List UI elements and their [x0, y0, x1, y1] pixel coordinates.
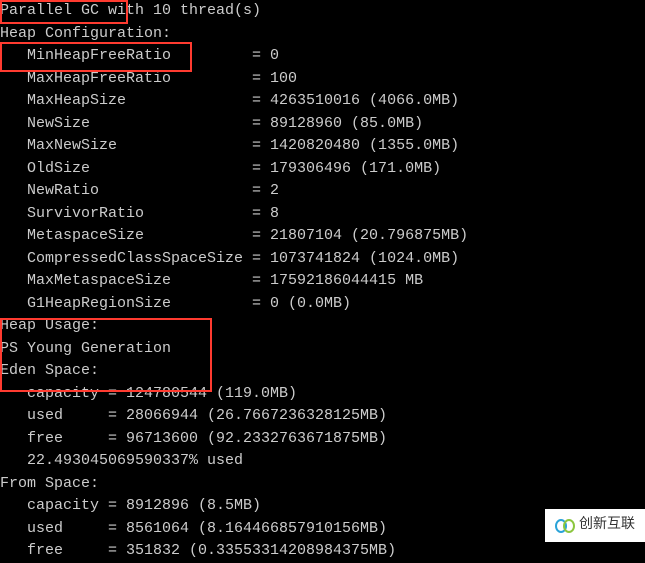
heap-config-row: MaxNewSize = 1420820480 (1355.0MB) — [0, 135, 645, 158]
heap-config-row: CompressedClassSpaceSize = 1073741824 (1… — [0, 248, 645, 271]
heap-config-header: Heap Configuration: — [0, 23, 645, 46]
eden-space-row: 22.493045069590337% used — [0, 450, 645, 473]
heap-config-row: SurvivorRatio = 8 — [0, 203, 645, 226]
watermark: 创新互联 — [545, 509, 645, 542]
heap-config-row: MaxMetaspaceSize = 17592186044415 MB — [0, 270, 645, 293]
heap-config-row: OldSize = 179306496 (171.0MB) — [0, 158, 645, 181]
heap-config-row: MaxHeapSize = 4263510016 (4066.0MB) — [0, 90, 645, 113]
eden-space-row: capacity = 124780544 (119.0MB) — [0, 383, 645, 406]
eden-space-header: Eden Space: — [0, 360, 645, 383]
gc-line: Parallel GC with 10 thread(s) — [0, 0, 645, 23]
terminal-output: Parallel GC with 10 thread(s) Heap Confi… — [0, 0, 645, 563]
heap-config-row: MinHeapFreeRatio = 0 — [0, 45, 645, 68]
watermark-text: 创新互联 — [579, 515, 635, 536]
heap-config-row: NewRatio = 2 — [0, 180, 645, 203]
eden-space-row: free = 96713600 (92.2332763671875MB) — [0, 428, 645, 451]
heap-usage-header: Heap Usage: — [0, 315, 645, 338]
from-space-header: From Space: — [0, 473, 645, 496]
heap-config-row: NewSize = 89128960 (85.0MB) — [0, 113, 645, 136]
heap-config-row: MaxHeapFreeRatio = 100 — [0, 68, 645, 91]
watermark-logo-icon — [555, 519, 575, 533]
heap-config-row: G1HeapRegionSize = 0 (0.0MB) — [0, 293, 645, 316]
heap-config-row: MetaspaceSize = 21807104 (20.796875MB) — [0, 225, 645, 248]
from-space-row: free = 351832 (0.33553314208984375MB) — [0, 540, 645, 563]
eden-space-row: used = 28066944 (26.7667236328125MB) — [0, 405, 645, 428]
young-gen-header: PS Young Generation — [0, 338, 645, 361]
